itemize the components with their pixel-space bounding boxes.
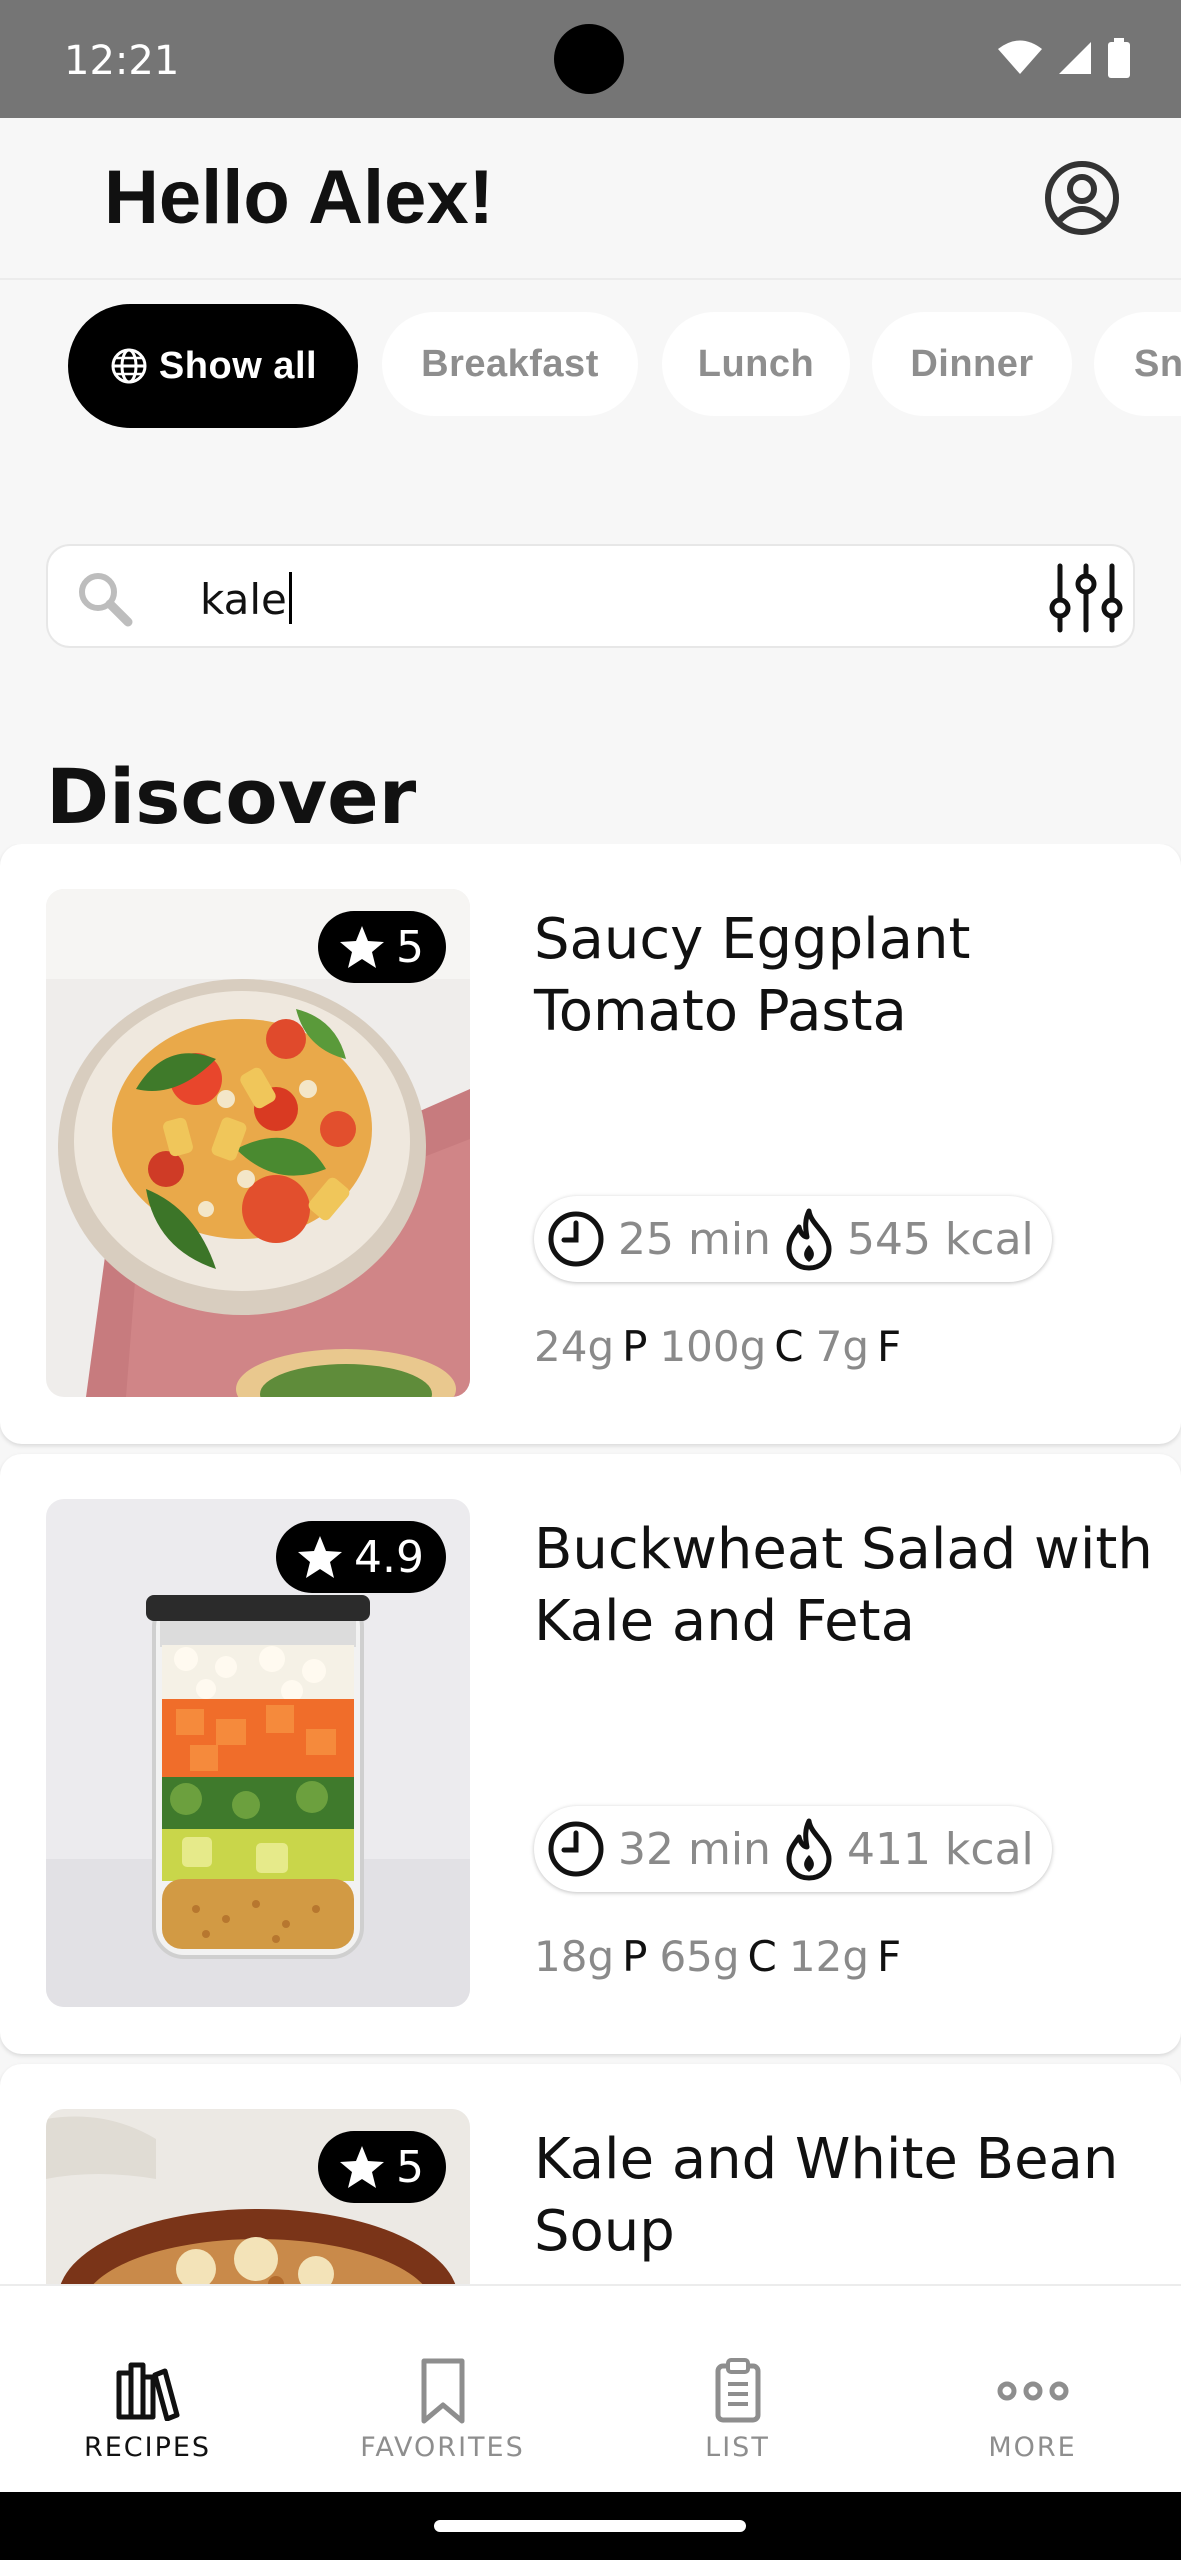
nav-more[interactable]: MORE [885, 2286, 1180, 2494]
recipe-card[interactable]: 5 Kale and White Bean Soup [0, 2064, 1181, 2284]
nav-label: LIST [705, 2432, 770, 2463]
recipe-card[interactable]: 5 Saucy Eggplant Tomato Pasta 25 min 545… [0, 844, 1181, 1444]
recipe-time: 32 min [618, 1823, 771, 1875]
rating-value: 4.9 [354, 1531, 424, 1583]
carbs-value: 100g [659, 1322, 767, 1371]
books-icon [116, 2362, 179, 2421]
gesture-bar [0, 2492, 1181, 2560]
chip-breakfast[interactable]: Breakfast [382, 312, 638, 416]
recipe-title: Saucy Eggplant Tomato Pasta [534, 907, 971, 1044]
chip-snacks[interactable]: Sna [1094, 312, 1181, 416]
search-icon [79, 573, 133, 627]
fat-value: 7g [815, 1322, 869, 1371]
carbs-value: 65g [659, 1932, 740, 1981]
recipe-title: Buckwheat Salad with Kale and Feta [534, 1517, 1153, 1654]
signal-icon [1059, 42, 1091, 74]
search-value: kale [200, 575, 287, 624]
flame-icon [786, 1818, 832, 1881]
rating-badge: 4.9 [276, 1521, 446, 1593]
fat-value: 12g [788, 1932, 869, 1981]
nav-favorites[interactable]: FAVORITES [295, 2286, 590, 2494]
chip-dinner[interactable]: Dinner [872, 312, 1072, 416]
star-icon [340, 2146, 384, 2188]
search-input[interactable]: kale [200, 572, 292, 624]
clock-icon [548, 1821, 604, 1877]
home-gesture-handle[interactable] [434, 2520, 746, 2532]
search-bar[interactable]: kale [46, 544, 1135, 648]
recipe-image: 4.9 [46, 1499, 470, 2007]
recipe-calories: 411 kcal [846, 1823, 1034, 1875]
recipe-macros: 24g P 100g C 7g F [534, 1322, 913, 1371]
clock-icon [548, 1211, 604, 1267]
carbs-letter: C [747, 1932, 777, 1981]
status-time: 12:21 [64, 38, 180, 84]
chip-label: Sna [1134, 342, 1181, 385]
protein-value: 24g [534, 1322, 615, 1371]
chip-label: Breakfast [421, 342, 599, 385]
recipe-title: Kale and White Bean Soup [534, 2127, 1119, 2264]
star-icon [340, 926, 384, 968]
wifi-icon [998, 40, 1042, 74]
chip-label: Lunch [697, 342, 815, 385]
recipe-meta-pill: 25 min 545 kcal [534, 1196, 1052, 1282]
rating-badge: 5 [318, 911, 446, 983]
bookmark-icon [421, 2358, 464, 2424]
globe-icon [111, 348, 147, 384]
camera-cutout [554, 24, 624, 94]
flame-icon [786, 1208, 832, 1271]
nav-label: MORE [988, 2432, 1077, 2463]
recipe-time: 25 min [618, 1213, 771, 1265]
battery-icon [1108, 38, 1130, 78]
star-icon [298, 1536, 343, 1578]
protein-letter: P [622, 1932, 648, 1981]
carbs-letter: C [774, 1322, 804, 1371]
text-cursor [288, 572, 292, 624]
filter-sliders-icon[interactable] [1048, 562, 1124, 634]
status-icons [997, 38, 1131, 78]
rating-value: 5 [396, 2141, 424, 2193]
fat-letter: F [876, 1322, 902, 1371]
recipe-meta-pill: 32 min 411 kcal [534, 1806, 1052, 1892]
rating-badge: 5 [318, 2131, 446, 2203]
chip-lunch[interactable]: Lunch [662, 312, 850, 416]
chip-label: Dinner [910, 342, 1034, 385]
recipe-image: 5 [46, 2109, 470, 2284]
rating-value: 5 [396, 921, 424, 973]
recipe-macros: 18g P 65g C 12g F [534, 1932, 913, 1981]
section-title-discover: Discover [46, 752, 417, 841]
recipe-image: 5 [46, 889, 470, 1397]
protein-letter: P [622, 1322, 648, 1371]
fat-letter: F [876, 1932, 902, 1981]
recipe-calories: 545 kcal [846, 1213, 1034, 1265]
protein-value: 18g [534, 1932, 615, 1981]
recipe-card[interactable]: 4.9 Buckwheat Salad with Kale and Feta 3… [0, 1454, 1181, 2054]
nav-recipes[interactable]: RECIPES [0, 2286, 295, 2494]
clipboard-list-icon [715, 2358, 760, 2423]
greeting-title: Hello Alex! [104, 155, 494, 240]
nav-label: RECIPES [83, 2432, 212, 2463]
account-circle-icon[interactable] [1044, 160, 1120, 236]
chip-label: Show all [158, 344, 318, 387]
status-bar: 12:21 [0, 0, 1181, 118]
more-dots-icon [997, 2381, 1068, 2401]
bottom-navigation: RECIPES FAVORITES LIST MORE [0, 2284, 1181, 2492]
chip-show-all[interactable]: Show all [68, 304, 358, 428]
recipe-list[interactable]: 5 Saucy Eggplant Tomato Pasta 25 min 545… [0, 844, 1181, 2284]
app-header: Hello Alex! [0, 118, 1181, 280]
nav-list[interactable]: LIST [590, 2286, 885, 2494]
nav-label: FAVORITES [360, 2432, 525, 2463]
category-chips: Show all Breakfast Lunch Dinner Sna [0, 300, 1181, 432]
